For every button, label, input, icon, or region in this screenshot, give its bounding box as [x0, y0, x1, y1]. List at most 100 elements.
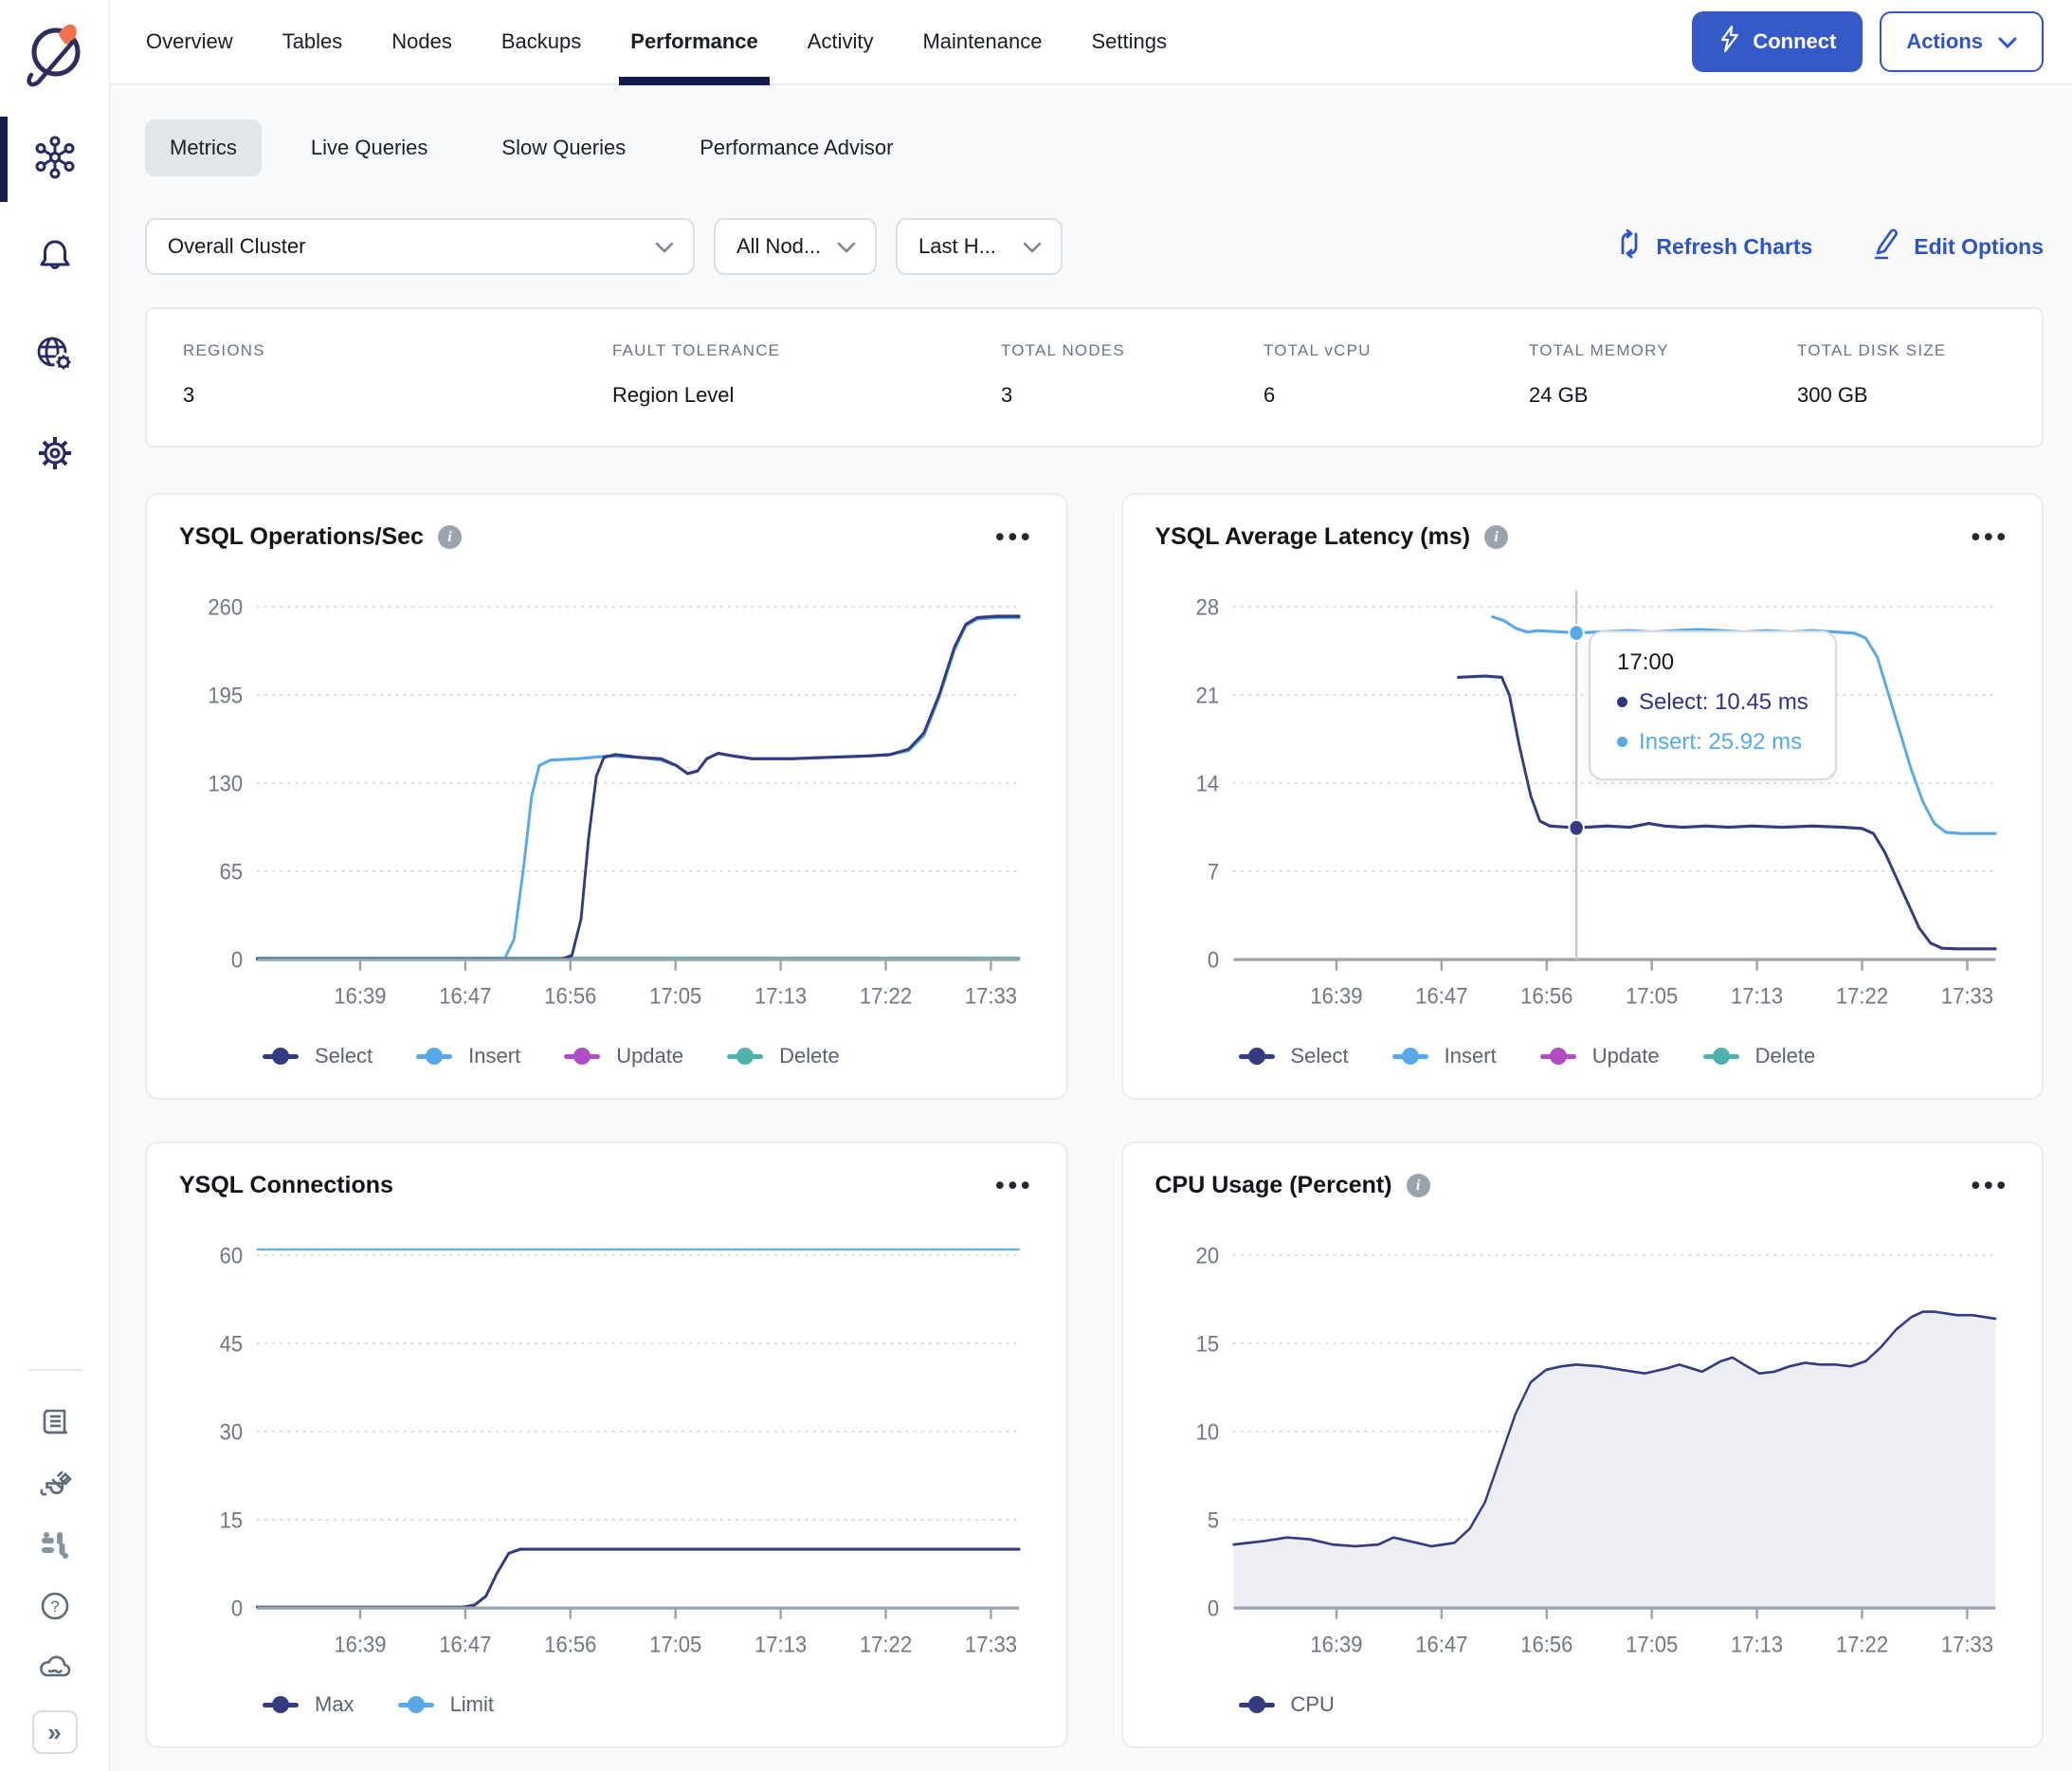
main-area: Overview Tables Nodes Backups Performanc… [110, 0, 2072, 1771]
svg-text:17:22: 17:22 [1835, 983, 1887, 1009]
refresh-charts-button[interactable]: Refresh Charts [1615, 228, 1812, 265]
lightning-icon [1718, 25, 1741, 59]
svg-text:17:33: 17:33 [965, 1632, 1017, 1657]
legend-item-insert[interactable]: Insert [1391, 1044, 1497, 1068]
tab-activity[interactable]: Activity [783, 0, 899, 83]
subtab-metrics[interactable]: Metrics [145, 119, 262, 176]
chart-menu-button[interactable]: ••• [1972, 1173, 2009, 1198]
sidebar-item-network[interactable] [0, 307, 109, 406]
subtab-live-queries[interactable]: Live Queries [286, 119, 453, 176]
sidebar-top-group [0, 110, 109, 504]
cluster-icon [32, 135, 78, 185]
nodes-select[interactable]: All Nod... [714, 218, 877, 275]
chart-card-ysql-latency: YSQL Average Latency (ms) i ••• 0 7 14 21 28… [1120, 493, 2044, 1100]
svg-text:16:39: 16:39 [334, 1632, 386, 1657]
legend-item-select[interactable]: Select [263, 1044, 373, 1068]
time-range-select[interactable]: Last H... [896, 218, 1063, 275]
chevron-down-icon [655, 234, 674, 259]
tab-nodes[interactable]: Nodes [367, 0, 477, 83]
tab-overview[interactable]: Overview [121, 0, 258, 83]
chevron-down-icon [1023, 234, 1042, 259]
svg-text:17:33: 17:33 [965, 983, 1017, 1009]
svg-text:30: 30 [220, 1419, 244, 1445]
metrics-filter-bar: Overall Cluster All Nod... Last H... Ref… [145, 218, 2044, 275]
svg-text:17:22: 17:22 [1835, 1632, 1887, 1657]
edit-options-button[interactable]: Edit Options [1871, 228, 2044, 265]
svg-text:7: 7 [1207, 859, 1218, 885]
yugabyte-logo-icon[interactable] [23, 15, 87, 89]
sidebar-item-docs[interactable] [0, 1396, 109, 1456]
sidebar-item-help[interactable]: ? [0, 1578, 109, 1638]
svg-text:16:47: 16:47 [1415, 983, 1467, 1009]
chevron-down-icon [1998, 29, 2017, 54]
info-icon[interactable]: i [437, 525, 462, 549]
tab-performance[interactable]: Performance [606, 0, 783, 85]
legend-item-select[interactable]: Select [1238, 1044, 1349, 1068]
globe-gear-icon [32, 332, 78, 382]
svg-text:17:13: 17:13 [754, 1632, 807, 1657]
svg-text:17:05: 17:05 [1626, 983, 1678, 1009]
subtab-performance-advisor[interactable]: Performance Advisor [675, 119, 918, 176]
chart-legend: CPU [1155, 1676, 2010, 1724]
svg-text:14: 14 [1195, 771, 1219, 796]
svg-text:17:33: 17:33 [1940, 983, 1992, 1009]
actions-button[interactable]: Actions [1880, 11, 2044, 72]
svg-text:195: 195 [208, 682, 243, 707]
info-icon[interactable]: i [1484, 525, 1509, 549]
chart-menu-button[interactable]: ••• [995, 1173, 1033, 1198]
legend-item-delete[interactable]: Delete [1702, 1044, 1815, 1068]
svg-text:16:56: 16:56 [1520, 983, 1572, 1009]
legend-item-limit[interactable]: Limit [397, 1692, 494, 1717]
chart-title: YSQL Operations/Sec [179, 523, 424, 550]
sidebar-item-integrations[interactable] [0, 1456, 109, 1517]
svg-text:16:47: 16:47 [439, 983, 491, 1009]
chart-legend: Max Limit [179, 1676, 1034, 1724]
svg-text:45: 45 [220, 1330, 244, 1356]
cluster-summary-panel: REGIONS 3 FAULT TOLERANCE Region Level T… [145, 307, 2044, 447]
svg-text:28: 28 [1195, 593, 1219, 619]
chart-plot-area: 0 15 30 45 60 16:39 16:47 16:56 17:05 17:13 17:22 1… [179, 1203, 1034, 1676]
svg-text:17:05: 17:05 [1626, 1632, 1678, 1657]
legend-item-update[interactable]: Update [1539, 1044, 1660, 1068]
legend-item-delete[interactable]: Delete [727, 1044, 840, 1068]
tab-maintenance[interactable]: Maintenance [898, 0, 1066, 83]
legend-item-max[interactable]: Max [263, 1692, 354, 1717]
chart-title: YSQL Connections [179, 1172, 393, 1198]
chart-card-header: YSQL Connections i ••• [179, 1172, 1034, 1199]
top-action-buttons: Connect Actions [1692, 11, 2044, 72]
tab-tables[interactable]: Tables [258, 0, 368, 83]
subtab-slow-queries[interactable]: Slow Queries [477, 119, 650, 176]
sidebar-divider [27, 1369, 82, 1371]
sidebar-item-settings[interactable] [0, 406, 109, 504]
svg-text:10: 10 [1195, 1419, 1219, 1445]
cluster-scope-select[interactable]: Overall Cluster [145, 218, 695, 275]
sidebar-item-alerts[interactable] [0, 209, 109, 307]
stat-value: 6 [1263, 383, 1276, 407]
performance-content: Metrics Live Queries Slow Queries Perfor… [110, 85, 2072, 1771]
stat-regions: REGIONS 3 [183, 341, 612, 408]
connect-button[interactable]: Connect [1692, 11, 1863, 72]
chart-menu-button[interactable]: ••• [995, 524, 1033, 550]
svg-text:0: 0 [1207, 947, 1218, 973]
cluster-scope-value: Overall Cluster [168, 234, 306, 258]
sidebar-item-clusters[interactable] [0, 110, 109, 209]
chart-title: CPU Usage (Percent) [1154, 1172, 1392, 1198]
chart-menu-button[interactable]: ••• [1972, 524, 2009, 550]
help-icon: ? [37, 1588, 73, 1629]
svg-text:20: 20 [1195, 1242, 1219, 1268]
tab-backups[interactable]: Backups [477, 0, 606, 83]
stat-total-nodes: TOTAL NODES 3 [1001, 341, 1263, 408]
sidebar-item-slack[interactable] [0, 1517, 109, 1578]
chart-card-ysql-connections: YSQL Connections i ••• 0 15 30 45 60 16:39 16:… [145, 1141, 1068, 1748]
sidebar-item-cloud-status[interactable] [0, 1638, 109, 1699]
svg-text:16:39: 16:39 [1310, 1632, 1362, 1657]
charts-grid: YSQL Operations/Sec i ••• 0 65 130 195 260 16… [145, 493, 2044, 1748]
svg-text:0: 0 [1207, 1596, 1218, 1621]
legend-item-insert[interactable]: Insert [416, 1044, 520, 1068]
info-icon[interactable]: i [1406, 1174, 1430, 1197]
legend-item-cpu[interactable]: CPU [1238, 1692, 1335, 1717]
chart-card-header: CPU Usage (Percent) i ••• [1155, 1172, 2010, 1199]
sidebar-expand-button[interactable]: » [31, 1710, 78, 1754]
tab-settings[interactable]: Settings [1066, 0, 1191, 83]
legend-item-update[interactable]: Update [564, 1044, 683, 1068]
